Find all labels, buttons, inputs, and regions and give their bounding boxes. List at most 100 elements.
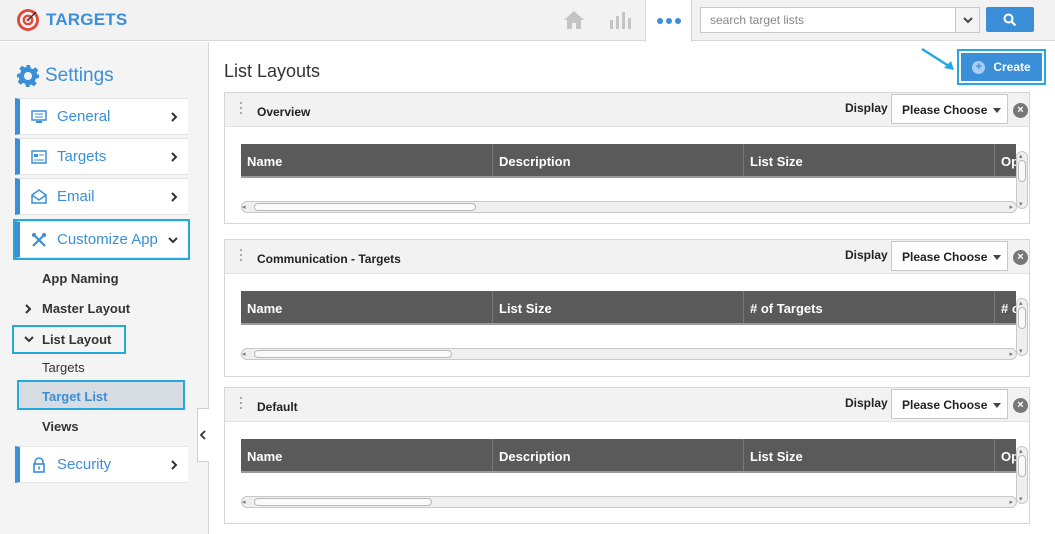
brand[interactable]: TARGETS — [16, 8, 127, 32]
list-icon — [31, 149, 47, 164]
scroll-thumb[interactable] — [1018, 455, 1026, 477]
settings-heading: Settings — [16, 64, 114, 88]
caret-down-icon — [993, 403, 1001, 408]
sub-item-master-layout[interactable]: Master Layout — [42, 301, 130, 316]
column-header[interactable]: List Size — [743, 439, 994, 471]
sub-item-target-list[interactable]: Target List — [17, 380, 185, 410]
close-icon[interactable]: × — [1013, 103, 1028, 118]
display-label: Display — [845, 248, 888, 262]
column-header[interactable]: Description — [492, 144, 743, 176]
sidebar-item-email[interactable]: Email — [15, 178, 188, 215]
gear-icon — [17, 65, 39, 87]
sub-item-list-layout[interactable]: List Layout — [42, 332, 111, 347]
panel-title: Overview — [257, 105, 311, 119]
layout-panel-overview: Overview Display Please Choose × Name De… — [224, 92, 1030, 224]
sidebar-item-label: Customize App — [57, 231, 158, 248]
vertical-scrollbar[interactable]: ▴ ▾ — [1016, 151, 1028, 209]
chevron-right-icon — [171, 152, 178, 162]
display-label: Display — [845, 396, 888, 410]
close-icon[interactable]: × — [1013, 398, 1028, 413]
chevron-down-icon — [24, 336, 34, 343]
layout-panel-default: Default Display Please Choose × Name Des… — [224, 387, 1030, 524]
column-header[interactable]: Description — [492, 439, 743, 471]
horizontal-scrollbar[interactable]: ◂ ▸ — [241, 496, 1017, 508]
search-field[interactable] — [700, 7, 980, 33]
create-highlight: + Create — [957, 49, 1046, 85]
sub-item-app-naming[interactable]: App Naming — [42, 271, 119, 286]
sidebar-item-security[interactable]: Security — [15, 446, 188, 483]
grid-header: Name List Size # of Targets # o — [241, 291, 1016, 325]
sidebar-item-label: Security — [57, 456, 112, 473]
create-button[interactable]: + Create — [961, 53, 1042, 81]
tools-icon — [32, 232, 46, 247]
vertical-scrollbar[interactable]: ▴ ▾ — [1016, 298, 1028, 356]
display-select[interactable]: Please Choose — [891, 389, 1008, 419]
more-icon[interactable] — [645, 0, 692, 42]
drag-handle-icon[interactable] — [239, 102, 243, 116]
grid-header: Name Description List Size Op — [241, 144, 1016, 178]
sidebar-item-label: Targets — [57, 148, 107, 165]
scroll-thumb[interactable] — [254, 350, 452, 358]
lock-icon — [33, 456, 45, 473]
bar-chart-icon[interactable] — [608, 10, 632, 30]
close-icon[interactable]: × — [1013, 250, 1028, 265]
top-bar: TARGETS — [0, 0, 1055, 42]
search-icon — [1003, 13, 1017, 26]
drag-handle-icon[interactable] — [239, 397, 243, 411]
sidebar-collapse-toggle[interactable] — [197, 408, 209, 462]
column-header[interactable]: Name — [241, 144, 492, 176]
vertical-scrollbar[interactable]: ▴ ▾ — [1016, 446, 1028, 504]
column-header[interactable]: Op — [994, 439, 1016, 471]
scroll-thumb[interactable] — [1018, 307, 1026, 329]
create-label: Create — [993, 60, 1031, 74]
pointer-arrow-icon — [921, 47, 954, 70]
panel-title: Default — [257, 400, 298, 414]
plus-icon: + — [972, 60, 986, 74]
column-header[interactable]: Name — [241, 439, 492, 471]
column-header[interactable]: List Size — [743, 144, 994, 176]
sidebar: Settings General Targets Email Customize… — [0, 42, 209, 534]
settings-title: Settings — [45, 65, 114, 86]
scroll-thumb[interactable] — [254, 498, 432, 506]
chevron-right-icon — [171, 460, 178, 470]
target-logo-icon — [17, 9, 39, 31]
column-header[interactable]: Name — [241, 291, 492, 323]
chevron-down-icon — [168, 237, 178, 244]
scroll-thumb[interactable] — [254, 203, 476, 211]
caret-down-icon — [993, 108, 1001, 113]
horizontal-scrollbar[interactable]: ◂ ▸ — [241, 201, 1017, 213]
drag-handle-icon[interactable] — [239, 249, 243, 263]
column-header[interactable]: Op — [994, 144, 1016, 176]
display-select[interactable]: Please Choose — [891, 94, 1008, 124]
search-input[interactable] — [701, 8, 953, 32]
sidebar-item-customize-app[interactable]: Customize App — [13, 219, 190, 260]
home-icon[interactable] — [562, 9, 586, 31]
caret-down-icon — [993, 255, 1001, 260]
display-select[interactable]: Please Choose — [891, 241, 1008, 271]
column-header[interactable]: # of Targets — [743, 291, 994, 323]
sub-item-views[interactable]: Views — [42, 419, 79, 434]
sidebar-item-targets[interactable]: Targets — [15, 138, 188, 175]
sidebar-item-general[interactable]: General — [15, 98, 188, 135]
sidebar-item-label: General — [57, 108, 111, 125]
horizontal-scrollbar[interactable]: ◂ ▸ — [241, 348, 1017, 360]
panel-title: Communication - Targets — [257, 252, 401, 266]
chevron-right-icon — [25, 304, 32, 314]
chevron-down-icon — [963, 17, 973, 24]
search-dropdown-toggle[interactable] — [955, 8, 979, 32]
layout-panel-communication-targets: Communication - Targets Display Please C… — [224, 239, 1030, 377]
app-title: TARGETS — [46, 10, 128, 29]
column-header[interactable]: List Size — [492, 291, 743, 323]
search-button[interactable] — [986, 7, 1034, 32]
column-header[interactable]: # o — [994, 291, 1016, 323]
sidebar-item-label: Email — [57, 188, 95, 205]
chevron-right-icon — [171, 192, 178, 202]
sub-item-targets[interactable]: Targets — [42, 360, 85, 375]
page-title: List Layouts — [224, 61, 321, 81]
sub-item-label: Target List — [42, 389, 108, 404]
panel-header: Communication - Targets Display Please C… — [225, 240, 1029, 274]
scroll-thumb[interactable] — [1018, 160, 1026, 182]
envelope-icon — [31, 188, 47, 204]
grid-header: Name Description List Size Op — [241, 439, 1016, 473]
monitor-icon — [31, 109, 47, 123]
